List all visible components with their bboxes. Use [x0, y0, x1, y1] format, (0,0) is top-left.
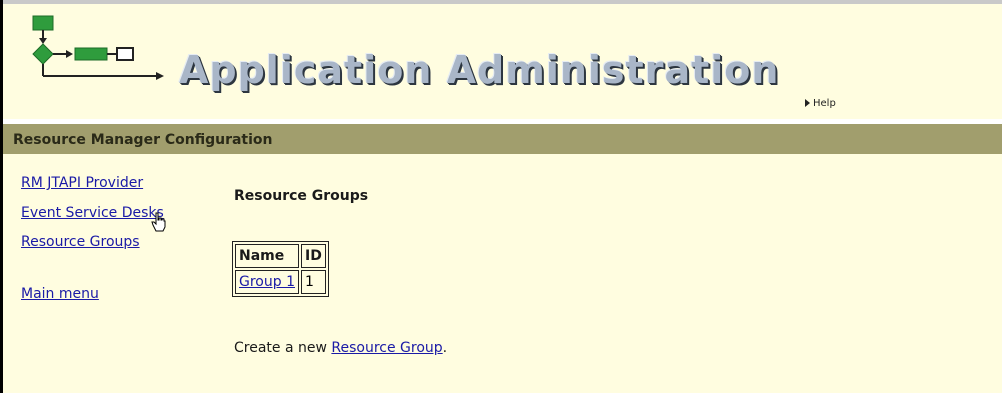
resource-groups-table: Name ID Group 1 1 — [232, 241, 329, 297]
page-title: Resource Groups — [234, 188, 369, 204]
table-header-row: Name ID — [235, 244, 326, 268]
nav-item-event-service-desks[interactable]: Event Service Desks — [21, 205, 164, 221]
section-bar: Resource Manager Configuration — [3, 124, 1002, 154]
nav-item-resource-groups[interactable]: Resource Groups — [21, 234, 140, 250]
nav-item-rm-jtapi-provider[interactable]: RM JTAPI Provider — [21, 175, 143, 191]
create-resource-group-line: Create a new Resource Group. — [234, 340, 447, 356]
create-resource-group-link[interactable]: Resource Group — [331, 340, 442, 356]
help-link[interactable]: Help — [805, 98, 836, 109]
triangle-right-icon — [805, 99, 810, 107]
section-title: Resource Manager Configuration — [13, 132, 273, 148]
column-header-id: ID — [300, 244, 326, 268]
help-label: Help — [813, 98, 836, 109]
group-link[interactable]: Group 1 — [239, 274, 295, 290]
app-title: Application Administration — [179, 48, 780, 92]
create-prefix: Create a new — [234, 340, 332, 356]
nav-item-main-menu[interactable]: Main menu — [21, 286, 99, 302]
table-row: Group 1 1 — [235, 270, 326, 294]
hand-pointer-icon — [151, 212, 166, 232]
flowchart-logo-icon — [32, 15, 164, 80]
table-cell-id: 1 — [300, 270, 326, 294]
table-cell-name: Group 1 — [235, 270, 299, 294]
column-header-name: Name — [235, 244, 299, 268]
app-window: Application Administration Help Resource… — [0, 0, 1002, 393]
create-suffix: . — [442, 340, 448, 356]
header-top-border — [3, 0, 1002, 4]
